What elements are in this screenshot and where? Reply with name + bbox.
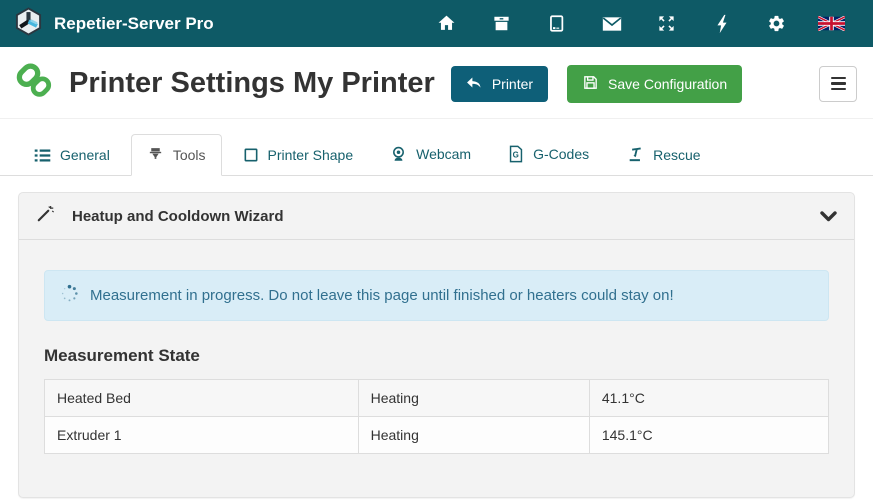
page-title: Printer Settings My Printer — [69, 67, 435, 100]
heater-temp-cell: 145.1°C — [589, 417, 828, 454]
tab-gcodes[interactable]: G G-Codes — [492, 133, 605, 176]
menu-button[interactable] — [819, 66, 857, 102]
uk-flag-icon[interactable] — [804, 16, 859, 31]
tablet-icon[interactable] — [529, 14, 584, 33]
navbar-icons — [419, 14, 859, 34]
spinner-icon — [60, 284, 79, 307]
tab-label: Rescue — [653, 147, 700, 163]
tab-label: G-Codes — [533, 146, 589, 162]
tab-printer-shape[interactable]: Printer Shape — [227, 135, 370, 176]
gcode-file-icon: G — [508, 145, 524, 163]
brand[interactable]: Repetier-Server Pro — [14, 7, 214, 41]
brand-label: Repetier-Server Pro — [54, 14, 214, 34]
tab-general[interactable]: General — [18, 135, 126, 176]
tab-rescue[interactable]: Rescue — [610, 134, 716, 176]
gear-icon[interactable] — [749, 14, 804, 33]
square-outline-icon — [243, 147, 259, 163]
tab-tools[interactable]: Tools — [131, 134, 222, 176]
printer-button-label: Printer — [492, 76, 533, 92]
tab-label: Printer Shape — [268, 147, 354, 163]
heater-name-cell: Heated Bed — [45, 380, 359, 417]
top-navbar: Repetier-Server Pro — [0, 0, 873, 47]
measurement-progress-alert: Measurement in progress. Do not leave th… — [44, 270, 829, 321]
heatup-cooldown-panel: Heatup and Cooldown Wizard Measurement i… — [18, 192, 855, 498]
alert-text: Measurement in progress. Do not leave th… — [90, 287, 674, 304]
heater-temp-cell: 41.1°C — [589, 380, 828, 417]
measurement-state-table: Heated Bed Heating 41.1°C Extruder 1 Hea… — [44, 379, 829, 454]
tab-label: Webcam — [416, 146, 471, 162]
repetier-logo-icon — [14, 7, 43, 41]
heater-name-cell: Extruder 1 — [45, 417, 359, 454]
save-button-label: Save Configuration — [608, 76, 727, 92]
list-icon — [34, 148, 51, 163]
tab-webcam[interactable]: Webcam — [374, 133, 487, 176]
tab-label: General — [60, 147, 110, 163]
panel-title: Heatup and Cooldown Wizard — [72, 208, 284, 225]
extruder-icon — [147, 146, 164, 163]
page-header: Printer Settings My Printer Printer Save… — [0, 47, 873, 119]
panel-body: Measurement in progress. Do not leave th… — [19, 240, 854, 497]
save-icon — [582, 74, 599, 94]
chevron-down-icon[interactable] — [820, 211, 837, 222]
settings-tabs: General Tools Printer Shape Webcam G G-C… — [0, 119, 873, 176]
table-row: Extruder 1 Heating 145.1°C — [45, 417, 829, 454]
heater-state-cell: Heating — [358, 380, 589, 417]
printer-button[interactable]: Printer — [451, 66, 548, 102]
panel-heading[interactable]: Heatup and Cooldown Wizard — [19, 193, 854, 240]
table-row: Heated Bed Heating 41.1°C — [45, 380, 829, 417]
home-icon[interactable] — [419, 14, 474, 33]
bolt-icon[interactable] — [694, 14, 749, 34]
measurement-state-heading: Measurement State — [44, 346, 829, 366]
hamburger-icon — [831, 77, 846, 79]
tab-label: Tools — [173, 147, 206, 163]
archive-box-icon[interactable] — [474, 14, 529, 33]
svg-text:G: G — [513, 150, 519, 159]
chain-link-icon — [14, 60, 56, 107]
webcam-icon — [390, 145, 407, 163]
rescue-icon — [626, 146, 644, 163]
magic-wand-icon — [36, 204, 55, 228]
back-arrow-icon — [466, 75, 483, 93]
heater-state-cell: Heating — [358, 417, 589, 454]
expand-arrows-icon[interactable] — [639, 14, 694, 33]
save-configuration-button[interactable]: Save Configuration — [567, 65, 742, 103]
mail-icon[interactable] — [584, 16, 639, 32]
